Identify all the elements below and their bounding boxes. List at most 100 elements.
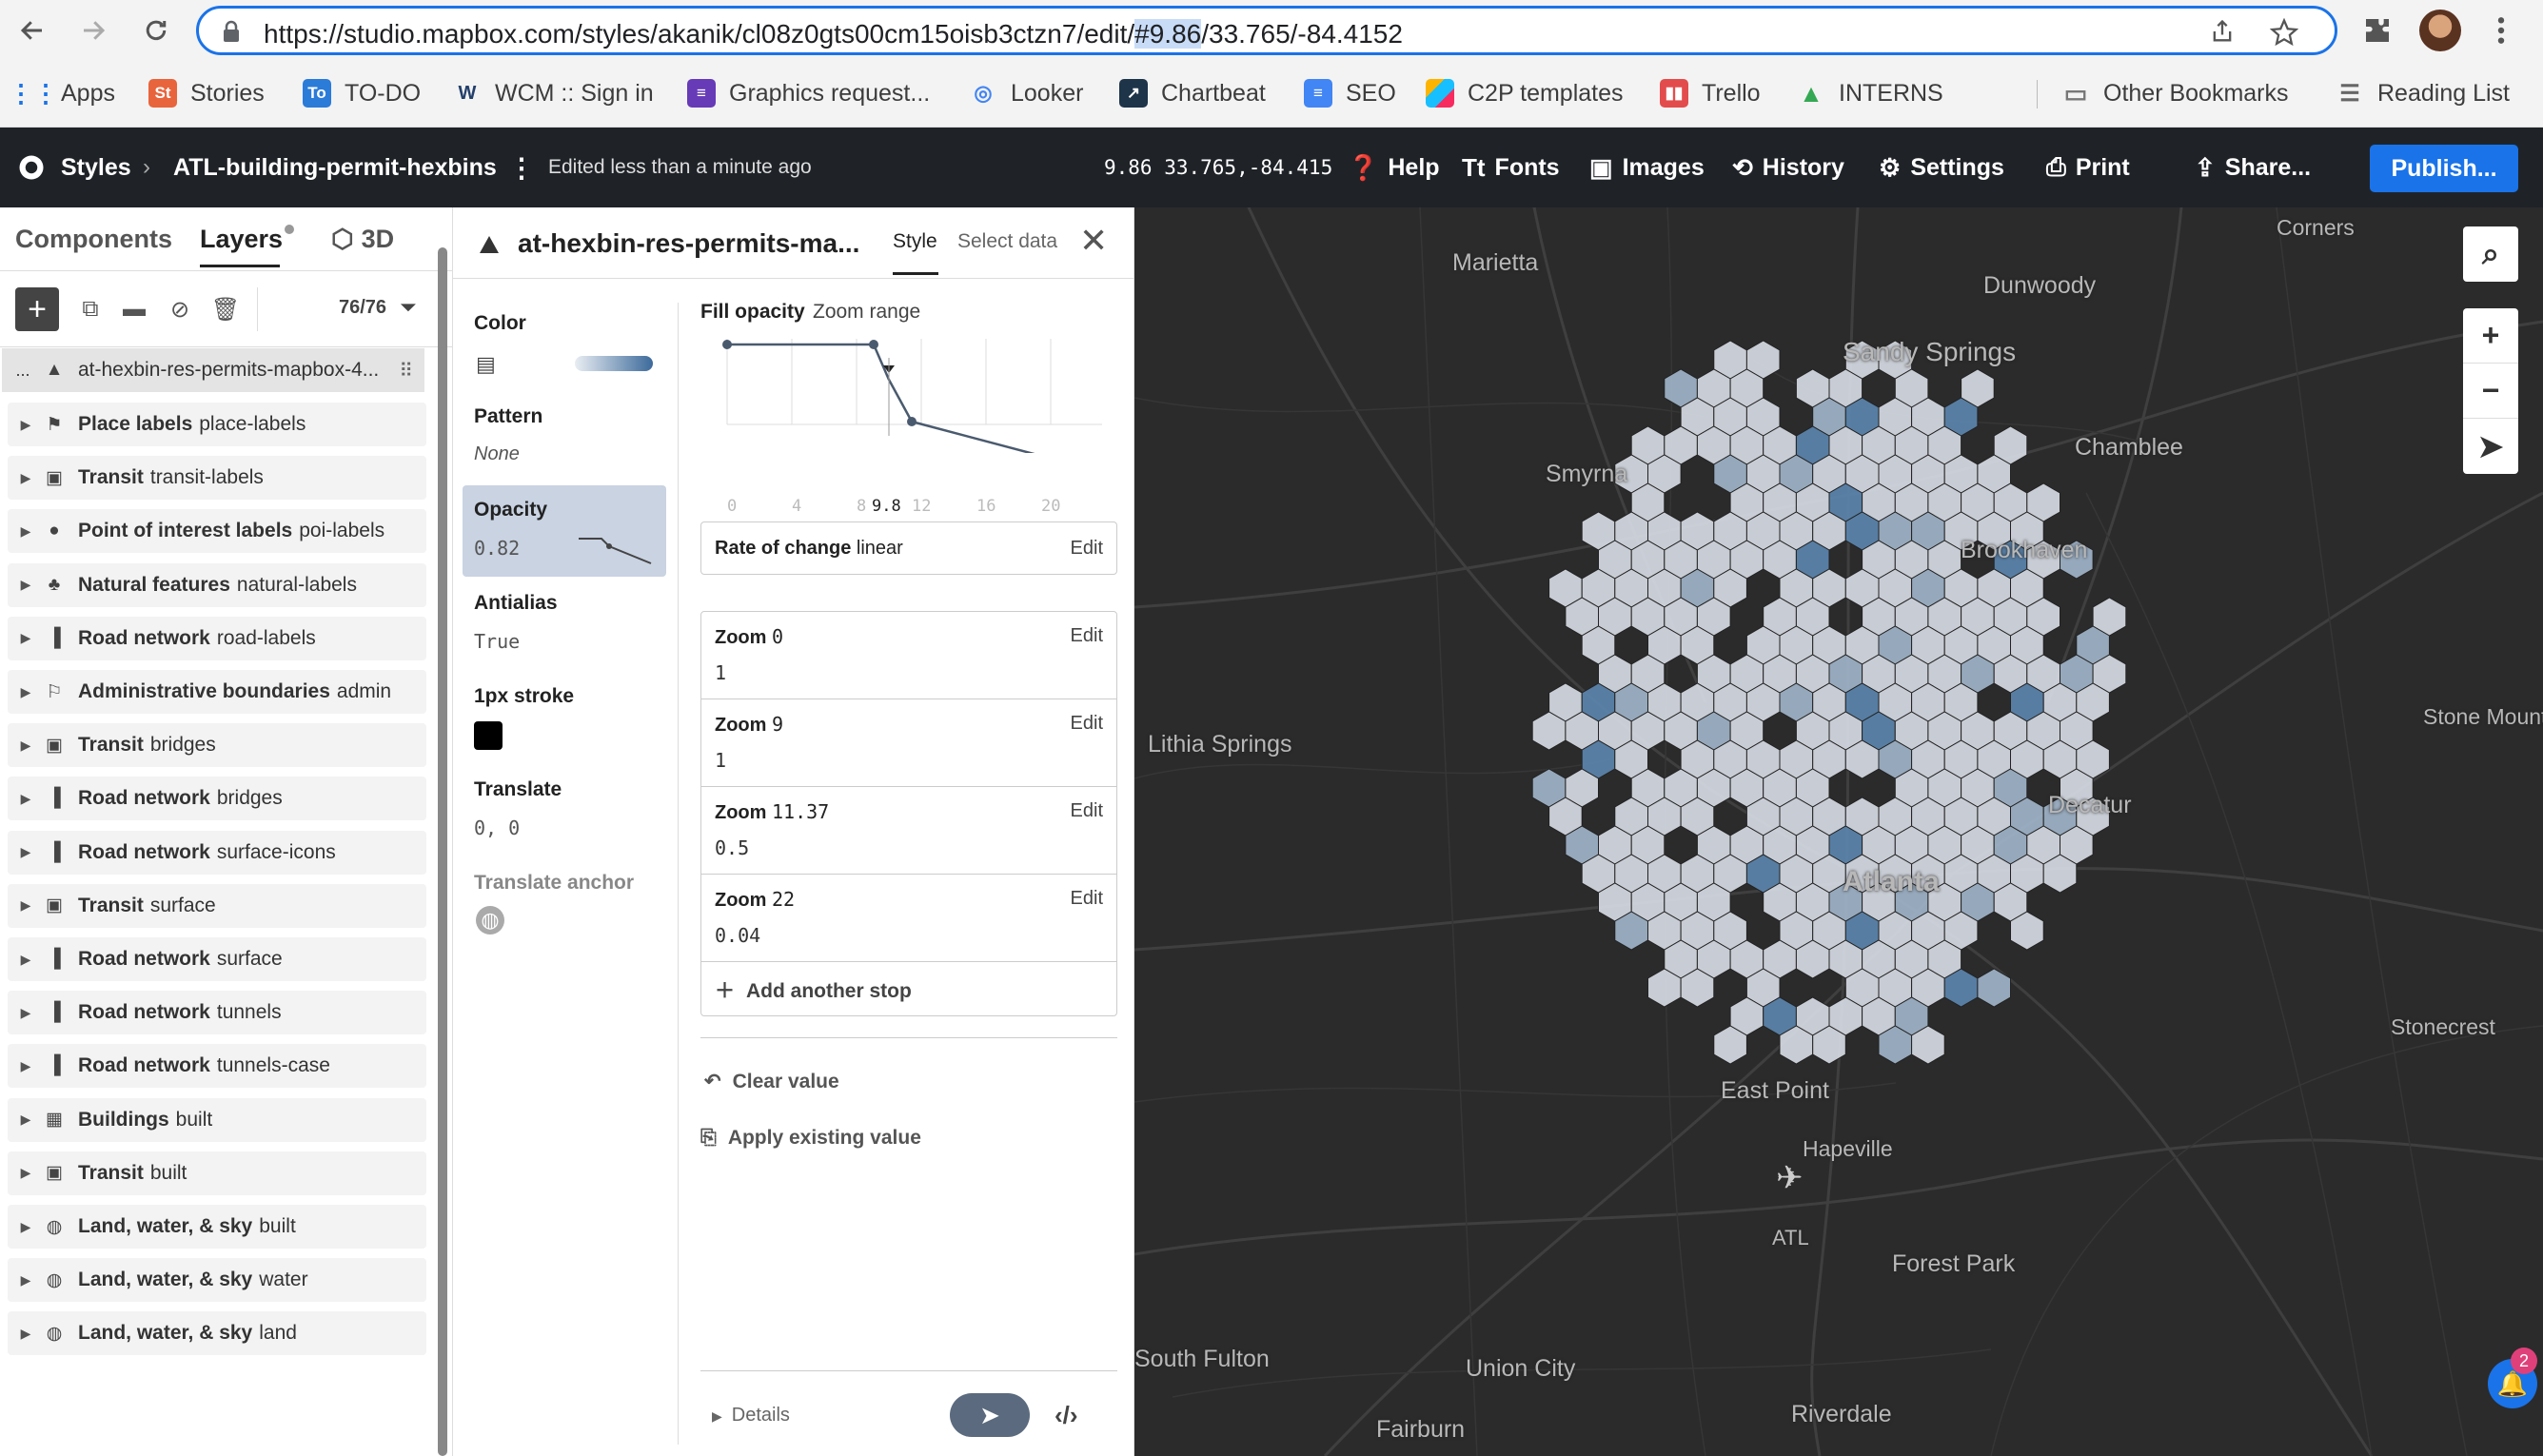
compass-button[interactable]: ➤ (2463, 419, 2518, 474)
hide-layer-button[interactable]: ⊘ (158, 287, 202, 331)
layer-row[interactable]: ▶ ▐ Road network tunnels (8, 991, 426, 1035)
hexbin-layer[interactable] (1134, 207, 2543, 1456)
share-button[interactable]: ⇪ Share... (2195, 128, 2311, 207)
edit-stop-button[interactable]: Edit (1071, 800, 1103, 822)
code-view-button[interactable]: ‹/› (1055, 1401, 1078, 1430)
zoom-stop-row[interactable]: Zoom 0 1 Edit (701, 612, 1116, 699)
print-button[interactable]: ⎙ Print (2046, 128, 2130, 207)
layer-row[interactable]: ▶ ▐ Road network tunnels-case (8, 1044, 426, 1089)
data-expression-icon[interactable]: ▤ (476, 352, 496, 377)
ui-mode-button[interactable]: ➤ (950, 1393, 1030, 1437)
clear-value-button[interactable]: ↶ Clear value (704, 1070, 839, 1093)
add-stop-button[interactable]: ＋ Add another stop (715, 975, 912, 1004)
layer-row[interactable]: ▶ ▣ Transit built (8, 1151, 426, 1195)
zoom-opacity-graph[interactable] (702, 329, 1117, 453)
star-icon[interactable] (2270, 18, 2298, 47)
caret-right-icon[interactable]: ▶ (8, 791, 44, 807)
layer-row[interactable]: ▶ ▐ Road network surface (8, 937, 426, 981)
layer-row[interactable]: ▶ ▣ Transit transit-labels (8, 456, 426, 501)
bookmark-interns[interactable]: ▲ INTERNS (1797, 76, 1943, 110)
caret-right-icon[interactable]: ▶ (8, 1112, 44, 1128)
color-ramp-swatch[interactable] (575, 356, 653, 371)
tab-3d[interactable]: ⬡ 3D (331, 225, 394, 254)
address-bar[interactable]: https://studio.mapbox.com/styles/akanik/… (196, 6, 2337, 55)
publish-button[interactable]: Publish... (2370, 145, 2518, 192)
pattern-value[interactable]: None (474, 443, 520, 465)
extensions-icon[interactable] (2362, 15, 2393, 46)
caret-right-icon[interactable]: ▶ (8, 577, 44, 593)
caret-right-icon[interactable]: ▶ (8, 1219, 44, 1235)
zoom-in-button[interactable]: + (2463, 308, 2518, 364)
edit-rate-button[interactable]: Edit (1071, 538, 1103, 560)
tab-layers[interactable]: Layers (200, 225, 295, 254)
layer-row[interactable]: ▶ ▣ Transit bridges (8, 723, 426, 768)
zoom-stop-row[interactable]: Zoom 9 1 Edit (701, 699, 1116, 787)
edit-stop-button[interactable]: Edit (1071, 888, 1103, 910)
edit-stop-button[interactable]: Edit (1071, 713, 1103, 735)
layer-row[interactable]: ▶ ▣ Transit surface (8, 883, 426, 928)
layer-row[interactable]: ▶ ▦ Buildings built (8, 1097, 426, 1142)
tab-style[interactable]: Style (893, 230, 937, 253)
settings-button[interactable]: ⚙ Settings (1879, 128, 2004, 207)
filter-icon[interactable]: ⏷ (400, 295, 417, 320)
layers-scrollbar[interactable] (438, 247, 447, 1456)
zoom-range-label[interactable]: Zoom range (813, 301, 920, 324)
caret-right-icon[interactable]: ▶ (8, 1272, 44, 1289)
help-button[interactable]: ❓ Help (1348, 128, 1440, 207)
stop-point[interactable] (907, 417, 917, 426)
bookmark-wcm[interactable]: W WCM :: Sign in (453, 76, 654, 110)
layer-row[interactable]: ▶ ▐ Road network surface-icons (8, 830, 426, 875)
caret-right-icon[interactable]: ▶ (8, 897, 44, 914)
styles-nav[interactable]: Styles (17, 128, 131, 207)
reload-button[interactable] (137, 11, 175, 49)
stop-point[interactable] (722, 340, 732, 349)
caret-right-icon[interactable]: ▶ (8, 738, 44, 754)
stop-point[interactable] (869, 340, 878, 349)
bookmark-looker[interactable]: ◎ Looker (969, 76, 1083, 110)
layer-row-selected[interactable]: ... ▲ at-hexbin-res-permits-mapbox-4... … (2, 348, 424, 392)
new-group-button[interactable]: ▬ (112, 287, 156, 331)
layer-row[interactable]: ▶ ● Point of interest labels poi-labels (8, 509, 426, 554)
caret-right-icon[interactable]: ▶ (8, 417, 44, 433)
map-search-button[interactable]: ⌕ (2463, 226, 2518, 282)
zoom-stop-row[interactable]: Zoom 22 0.04 Edit (701, 875, 1116, 962)
zoom-out-button[interactable]: − (2463, 364, 2518, 419)
layer-row[interactable]: ▶ ▐ Road network road-labels (8, 616, 426, 660)
style-name[interactable]: ATL-building-permit-hexbins (173, 128, 497, 207)
bookmark-apps[interactable]: ⋮⋮ Apps (9, 76, 115, 110)
bookmark-chartbeat[interactable]: ↗ Chartbeat (1119, 76, 1266, 110)
caret-right-icon[interactable]: ▶ (8, 1326, 44, 1342)
caret-right-icon[interactable]: ▶ (8, 1005, 44, 1021)
profile-avatar[interactable] (2419, 10, 2461, 51)
style-menu-icon[interactable]: ⋮ (508, 128, 535, 207)
delete-layer-button[interactable]: 🗑 (204, 287, 247, 331)
antialias-value[interactable]: True (474, 630, 520, 653)
bookmark-seo[interactable]: ≡ SEO (1304, 76, 1396, 110)
images-button[interactable]: ▣ Images (1589, 128, 1705, 207)
layer-row[interactable]: ▶ ▐ Road network bridges (8, 777, 426, 821)
bookmark-other[interactable]: ▭ Other Bookmarks (2061, 76, 2289, 110)
caret-right-icon[interactable]: ▶ (8, 1058, 44, 1074)
tab-select-data[interactable]: Select data (957, 230, 1057, 253)
forward-button[interactable] (74, 11, 112, 49)
caret-right-icon[interactable]: ▶ (8, 684, 44, 700)
caret-right-icon[interactable]: ▶ (8, 952, 44, 968)
caret-right-icon[interactable]: ▶ (8, 630, 44, 646)
layer-row[interactable]: ▶ ◍ Land, water, & sky built (8, 1205, 426, 1249)
bookmark-c2p[interactable]: C2P templates (1426, 76, 1624, 110)
layer-row[interactable]: ▶ ⚑ Place labels place-labels (8, 403, 426, 446)
bookmark-reading-list[interactable]: ☰ Reading List (2336, 76, 2510, 110)
caret-right-icon[interactable]: ▶ (8, 844, 44, 860)
details-toggle[interactable]: ▶ Details (712, 1405, 790, 1426)
duplicate-layer-button[interactable]: ⧉ (69, 287, 112, 331)
fonts-button[interactable]: Tt Fonts (1462, 128, 1560, 207)
edit-stop-button[interactable]: Edit (1071, 625, 1103, 647)
add-layer-button[interactable]: + (15, 287, 59, 331)
bookmark-todo[interactable]: To TO-DO (303, 76, 421, 110)
translate-value[interactable]: 0, 0 (474, 817, 520, 839)
layer-row[interactable]: ▶ ◍ Land, water, & sky water (8, 1258, 426, 1303)
history-button[interactable]: ⟲ History (1732, 128, 1844, 207)
tab-components[interactable]: Components (15, 225, 172, 254)
stroke-color-swatch[interactable] (474, 721, 503, 750)
close-icon[interactable]: ✕ (1079, 221, 1108, 261)
